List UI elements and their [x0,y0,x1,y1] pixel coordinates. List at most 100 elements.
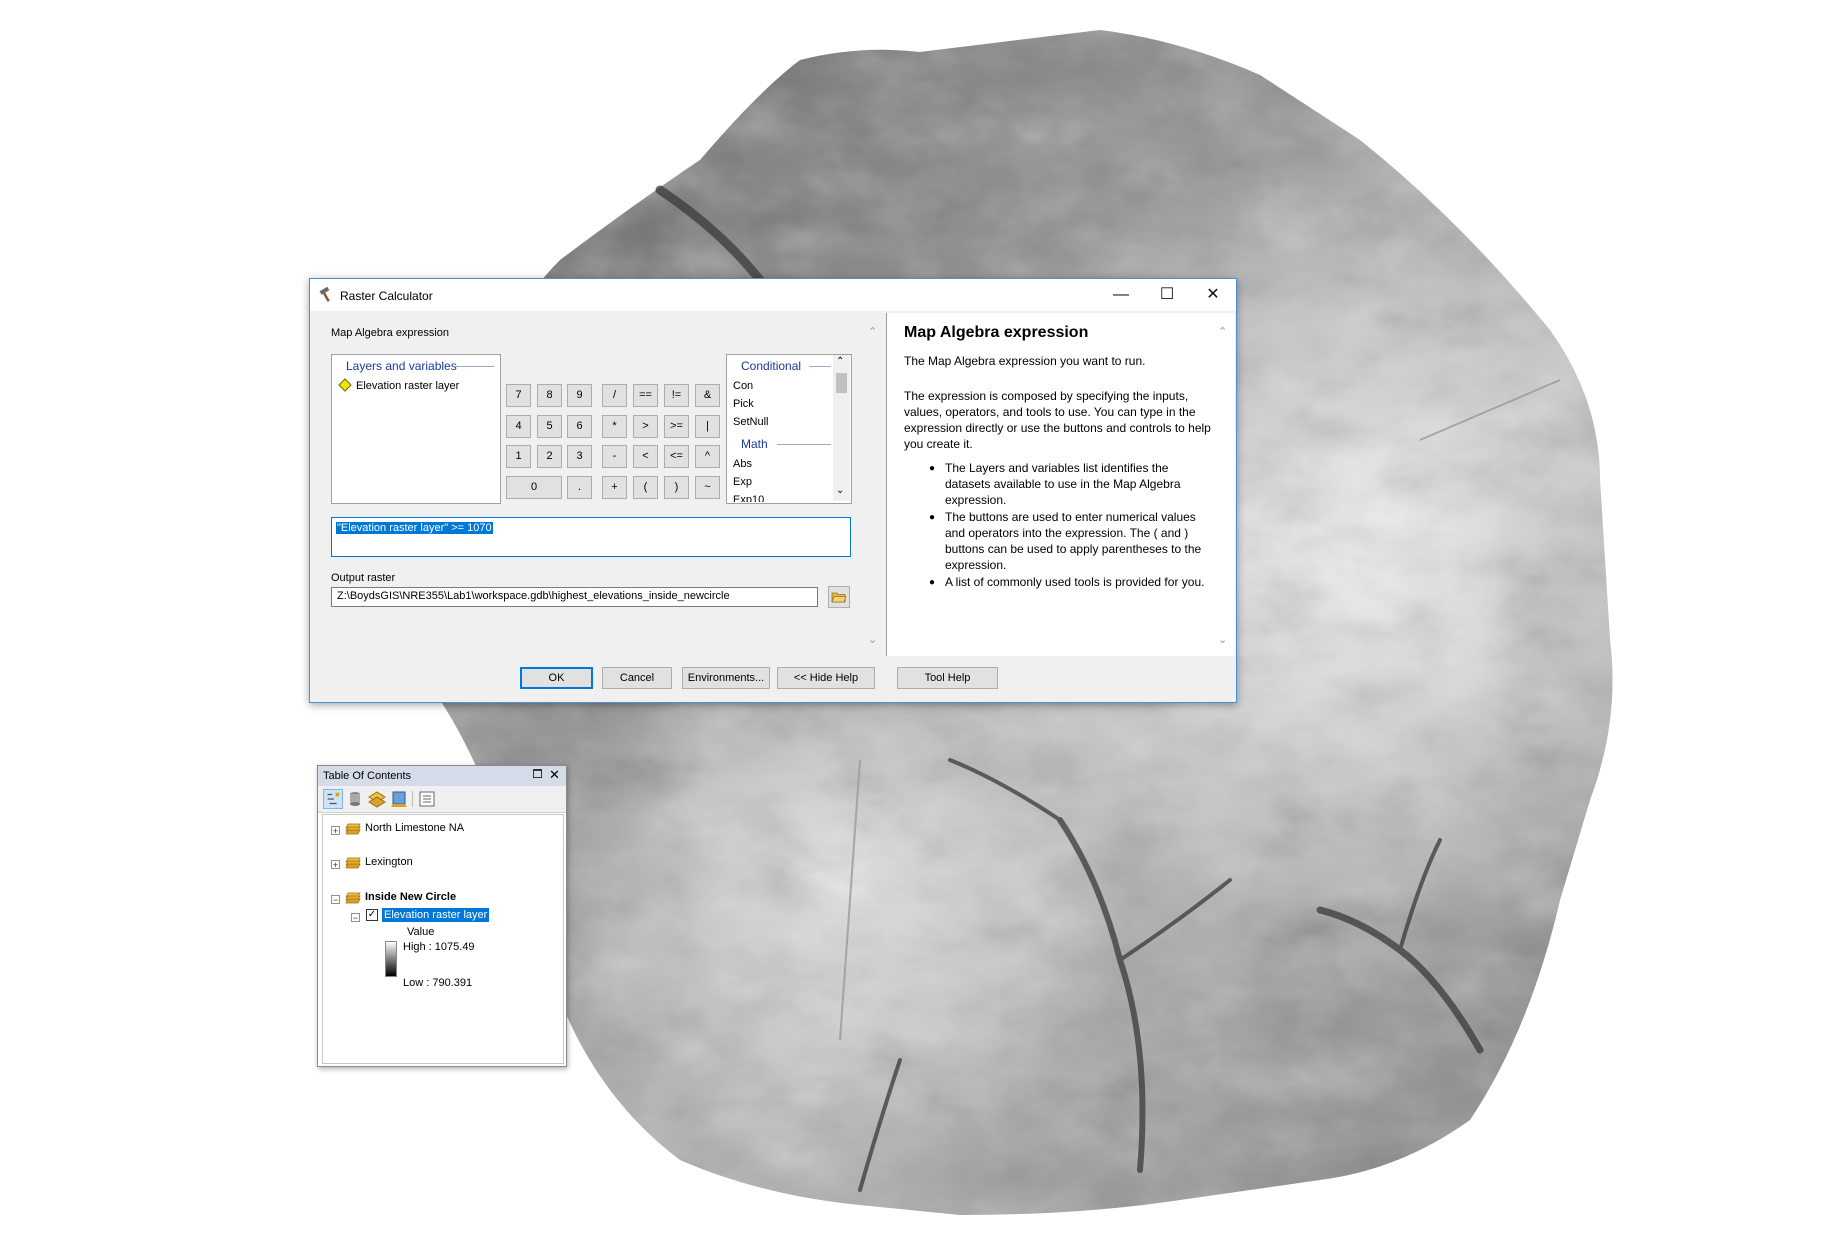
key-greater-than-button[interactable]: > [633,415,658,438]
toc-maximize-icon[interactable] [533,769,542,778]
scrollbar-thumb[interactable] [836,373,847,393]
tools-group-conditional: Conditional [741,359,802,373]
toc-title-bar[interactable]: Table Of Contents ✕ [318,766,566,786]
key-divide-button[interactable]: / [602,384,627,407]
key-1-button[interactable]: 1 [506,445,531,468]
toc-toolbar [318,786,566,813]
layer-inside-new-circle[interactable]: Inside New Circle [365,891,456,903]
scroll-up-icon[interactable]: ⌃ [836,356,844,367]
hammer-icon [319,287,330,302]
key-plus-button[interactable]: + [602,476,627,499]
key-4-button[interactable]: 4 [506,415,531,438]
options-icon[interactable] [417,789,437,809]
key-or-button[interactable]: | [695,415,720,438]
tool-item-abs[interactable]: Abs [733,458,752,470]
tools-group-math: Math [741,437,768,451]
visibility-checkbox[interactable]: ✓ [366,909,378,921]
browse-button[interactable] [828,586,850,608]
key-open-paren-button[interactable]: ( [633,476,658,499]
key-and-button[interactable]: & [695,384,720,407]
minimize-button[interactable]: — [1098,279,1144,311]
tools-list-scrollbar[interactable]: ⌃ ⌄ [833,355,850,501]
layer-group-icon [345,857,361,869]
tools-list[interactable]: Conditional Con Pick SetNull Math Abs Ex… [726,354,852,504]
input-pane-scrollbar[interactable]: ⌃ ⌄ [864,313,884,656]
toc-close-icon[interactable]: ✕ [549,767,560,783]
key-not-equals-button[interactable]: != [664,384,689,407]
key-less-than-button[interactable]: < [633,445,658,468]
tool-item-exp[interactable]: Exp [733,476,752,488]
expression-text: "Elevation raster layer" >= 1070 [336,522,493,534]
tool-help-button[interactable]: Tool Help [897,667,998,689]
list-by-visibility-icon[interactable] [367,789,387,809]
layers-group-header: Layers and variables [346,359,457,373]
list-by-source-icon[interactable] [345,789,365,809]
maximize-button[interactable]: ☐ [1144,279,1190,311]
scroll-down-icon[interactable]: ⌄ [836,485,844,496]
group-divider [777,444,831,445]
layer-group-icon [345,892,361,904]
key-9-button[interactable]: 9 [567,384,592,407]
tool-item-setnull[interactable]: SetNull [733,416,768,428]
bullet-icon: ● [929,512,936,523]
expand-icon[interactable]: + [331,860,340,870]
key-decimal-button[interactable]: . [567,476,592,499]
key-greater-equal-button[interactable]: >= [664,415,689,438]
layer-north-limestone[interactable]: North Limestone NA [365,822,464,834]
scroll-up-icon[interactable]: ⌃ [868,325,877,338]
legend-title: Value [407,926,435,938]
collapse-icon[interactable]: − [331,895,340,905]
help-pane-scrollbar[interactable]: ⌃ ⌄ [1214,313,1234,656]
group-divider [454,366,494,367]
table-of-contents-panel: Table Of Contents ✕ + North Limestone NA… [317,765,567,1067]
expression-label: Map Algebra expression [331,327,450,339]
tool-item-pick[interactable]: Pick [733,398,754,410]
ok-button[interactable]: OK [520,667,593,689]
key-not-button[interactable]: ~ [695,476,720,499]
dialog-title-bar[interactable]: Raster Calculator — ☐ ✕ [310,279,1236,311]
scroll-up-icon[interactable]: ⌃ [1218,325,1227,338]
help-paragraph-1: The Map Algebra expression you want to r… [904,354,1146,368]
toc-title: Table Of Contents [323,770,412,782]
bullet-icon: ● [929,577,936,588]
list-by-drawing-order-icon[interactable] [323,789,343,809]
key-7-button[interactable]: 7 [506,384,531,407]
output-raster-field[interactable]: Z:\BoydsGIS\NRE355\Lab1\workspace.gdb\hi… [331,587,818,607]
expression-input[interactable]: "Elevation raster layer" >= 1070 [331,517,851,557]
legend-high-value: High : 1075.49 [403,941,475,953]
key-3-button[interactable]: 3 [567,445,592,468]
key-multiply-button[interactable]: * [602,415,627,438]
help-pane: Map Algebra expression The Map Algebra e… [886,313,1235,656]
key-equals-button[interactable]: == [633,384,658,407]
layer-item-elevation[interactable]: Elevation raster layer [356,380,459,392]
key-0-button[interactable]: 0 [506,476,562,499]
cancel-button[interactable]: Cancel [602,667,672,689]
tool-item-con[interactable]: Con [733,380,753,392]
help-bullet-3: A list of commonly used tools is provide… [945,575,1205,589]
key-xor-button[interactable]: ^ [695,445,720,468]
key-less-equal-button[interactable]: <= [664,445,689,468]
diamond-icon [338,378,352,392]
key-8-button[interactable]: 8 [537,384,562,407]
layer-group-icon [345,823,361,835]
scroll-down-icon[interactable]: ⌄ [1218,633,1227,646]
close-button[interactable]: ✕ [1190,279,1236,311]
key-5-button[interactable]: 5 [537,415,562,438]
layers-variables-list[interactable]: Layers and variables Elevation raster la… [331,354,501,504]
tool-item-exp10[interactable]: Exp10 [733,494,764,502]
key-6-button[interactable]: 6 [567,415,592,438]
layer-lexington[interactable]: Lexington [365,856,413,868]
expand-icon[interactable]: + [331,826,340,836]
key-2-button[interactable]: 2 [537,445,562,468]
dialog-title: Raster Calculator [340,289,433,303]
environments-button[interactable]: Environments... [682,667,770,689]
help-bullet-1: The Layers and variables list identifies… [945,461,1181,507]
key-minus-button[interactable]: - [602,445,627,468]
hide-help-button[interactable]: << Hide Help [777,667,875,689]
scroll-down-icon[interactable]: ⌄ [868,633,877,646]
sublayer-elevation-raster[interactable]: Elevation raster layer [382,908,490,922]
key-close-paren-button[interactable]: ) [664,476,689,499]
list-by-selection-icon[interactable] [389,789,409,809]
toolbar-separator [412,791,413,807]
collapse-icon[interactable]: − [351,913,360,923]
